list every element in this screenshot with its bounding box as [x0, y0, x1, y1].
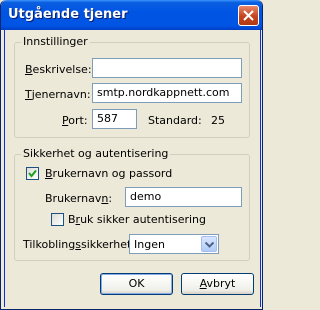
username-input[interactable]: demo	[125, 187, 242, 207]
description-label: Beskrivelse:	[25, 63, 92, 76]
server-label: Tjenernavn:	[25, 88, 91, 101]
description-input[interactable]	[92, 58, 242, 78]
checkmark-icon	[28, 169, 37, 178]
username-label: Brukernavn:	[45, 192, 113, 205]
settings-legend: Innstillinger	[21, 35, 90, 48]
dialog-title: Utgående tjener	[8, 7, 128, 22]
connection-security-value: Ingen	[134, 238, 165, 251]
dialog-body: Innstillinger Beskrivelse: Tjenernavn: s…	[4, 30, 261, 307]
server-input[interactable]: smtp.nordkappnett.com	[92, 83, 242, 103]
port-label: Port:	[62, 114, 88, 127]
dialog-window: Utgående tjener Innstillinger Beskrivels…	[0, 0, 263, 310]
connection-security-select[interactable]: Ingen	[129, 234, 219, 254]
close-icon	[243, 10, 254, 21]
connection-security-label: Tilkoblingssikkerhet:	[23, 238, 135, 251]
secure-auth-label[interactable]: Bruk sikker autentisering	[68, 213, 206, 226]
default-port-value: 25	[211, 114, 225, 127]
dropdown-button[interactable]	[201, 236, 217, 252]
cancel-button[interactable]: Avbryt	[181, 273, 254, 295]
security-legend: Sikkerhet og autentisering	[21, 147, 171, 160]
use-auth-label[interactable]: Brukernavn og passord	[45, 167, 172, 180]
default-port-label: Standard:	[148, 114, 202, 127]
secure-auth-checkbox[interactable]	[51, 213, 64, 226]
port-input[interactable]: 587	[92, 109, 137, 129]
chevron-down-icon	[205, 242, 214, 248]
title-bar[interactable]: Utgående tjener	[1, 0, 262, 30]
close-button[interactable]	[238, 5, 259, 26]
ok-button[interactable]: OK	[100, 273, 173, 295]
use-auth-checkbox[interactable]	[26, 167, 39, 180]
